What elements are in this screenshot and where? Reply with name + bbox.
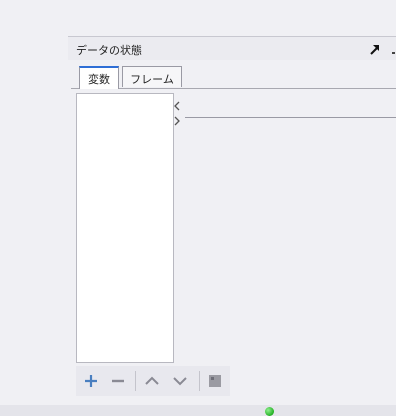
tab-variables[interactable]: 変数 [79,66,119,89]
list-toolbar [76,366,230,396]
toolbar-separator [135,371,136,391]
panel-title-bar: データの状態 [68,37,396,60]
collapse-left-icon[interactable] [172,101,182,111]
tab-frames[interactable]: フレーム [122,66,182,87]
remove-icon[interactable] [109,373,127,389]
status-bar [0,405,396,416]
tab-variables-label: 変数 [88,73,110,86]
overflow-dot-icon [392,52,395,54]
expand-right-icon[interactable] [172,116,182,126]
status-indicator-icon [265,407,274,416]
panel-title: データの状態 [76,44,142,57]
left-margin [0,0,68,405]
tab-frames-label: フレーム [130,73,174,86]
add-icon[interactable] [82,373,100,389]
popout-icon[interactable] [368,42,382,56]
variable-list[interactable] [76,93,174,363]
splitter-line [185,117,396,118]
toolbar-separator [199,371,200,391]
move-down-icon[interactable] [171,373,189,389]
move-up-icon[interactable] [143,373,161,389]
tab-divider [71,88,396,89]
view-icon[interactable] [206,373,224,389]
